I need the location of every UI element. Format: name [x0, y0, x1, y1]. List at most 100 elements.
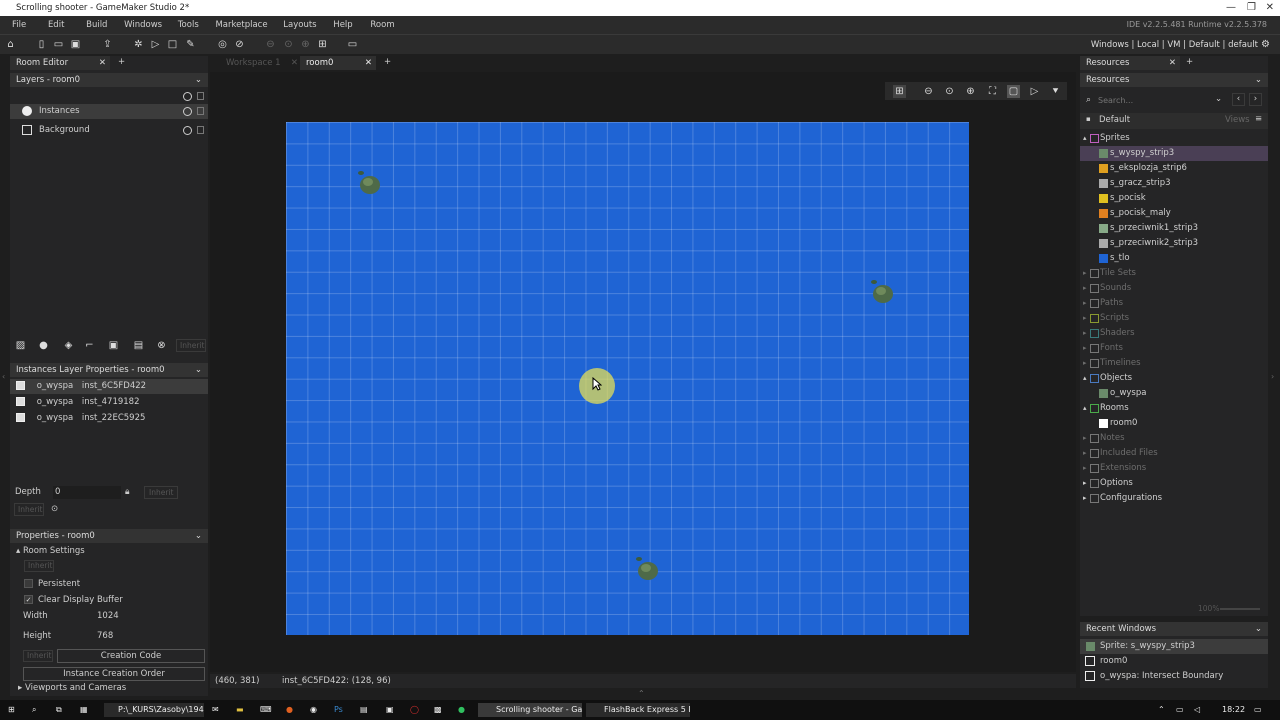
lock-icon[interactable] — [197, 107, 204, 115]
collapse-icon[interactable]: ▸ — [1083, 446, 1087, 461]
resource-item[interactable]: room0 — [1080, 416, 1268, 431]
add-tab-icon[interactable]: + — [118, 57, 125, 67]
clear-display-checkbox[interactable]: ✓ — [24, 595, 33, 604]
menu-build[interactable]: Build — [86, 20, 107, 30]
collapse-icon[interactable]: ▸ — [1083, 356, 1087, 371]
resources-header[interactable]: Resources ⌄ — [1080, 73, 1268, 87]
chevron-down-icon[interactable]: ⌄ — [195, 529, 202, 543]
menu-file[interactable]: File — [12, 20, 26, 30]
chevron-down-icon[interactable]: ⌄ — [1215, 94, 1222, 104]
add-tile-layer-icon[interactable]: ◈ — [62, 339, 75, 352]
delete-layer-icon[interactable]: ⊗ — [155, 339, 168, 352]
collapse-icon[interactable]: ▸ — [1083, 431, 1087, 446]
resource-item[interactable]: ▸ Paths — [1080, 296, 1268, 311]
resource-item[interactable]: s_wyspy_strip3 — [1080, 146, 1268, 161]
instance-checkbox[interactable] — [16, 397, 25, 406]
search-icon[interactable]: ⌕ — [32, 703, 36, 717]
collapse-icon[interactable]: ▸ — [1083, 266, 1087, 281]
zoom-in-icon[interactable]: ⊕ — [299, 38, 312, 51]
instance-row[interactable]: o_wyspa inst_22EC5925 — [10, 411, 208, 426]
settings-gear-icon[interactable]: ⚙ — [1259, 38, 1272, 51]
recent-windows-header[interactable]: Recent Windows ⌄ — [1080, 622, 1268, 636]
close-tab-icon[interactable]: ✕ — [365, 56, 372, 70]
expand-output-icon[interactable]: ⌃ — [638, 689, 645, 698]
instance-row[interactable]: o_wyspa inst_4719182 — [10, 395, 208, 410]
maximize-button[interactable]: ❐ — [1247, 0, 1256, 16]
resource-item[interactable]: ▸ Shaders — [1080, 326, 1268, 341]
resource-item[interactable]: ▸ Notes — [1080, 431, 1268, 446]
instance-row[interactable]: o_wyspa inst_6C5FD422 — [10, 379, 208, 394]
task-view-icon[interactable]: ⧉ — [56, 703, 62, 717]
taskbar-app-flashback[interactable]: FlashBack Express 5 R... — [586, 703, 690, 717]
home-icon[interactable]: ⌂ — [4, 38, 17, 51]
calculator-icon[interactable]: ▦ — [80, 703, 88, 717]
stop-icon[interactable]: □ — [166, 38, 179, 51]
instance-checkbox[interactable] — [16, 413, 25, 422]
taskbar-app-explorer[interactable]: P:\_KURS\Zasoby\1945 — [104, 703, 204, 717]
document-icon[interactable]: ▤ — [360, 703, 368, 717]
menu-layouts[interactable]: Layouts — [283, 20, 316, 30]
play-icon[interactable]: ▷ — [1028, 85, 1041, 98]
add-asset-layer-icon[interactable]: ▣ — [107, 339, 120, 352]
room-background[interactable] — [286, 122, 969, 635]
menu-edit[interactable]: Edit — [48, 20, 64, 30]
resource-item[interactable]: ▸ Extensions — [1080, 461, 1268, 476]
resource-item[interactable]: ▸ Tile Sets — [1080, 266, 1268, 281]
instance-creation-order-button[interactable]: Instance Creation Order — [23, 667, 205, 681]
persistent-checkbox[interactable] — [24, 579, 33, 588]
add-tab-icon[interactable]: + — [384, 57, 391, 67]
toggle-view-icon[interactable]: ▢ — [1007, 85, 1020, 98]
resource-item[interactable]: ▸ Options — [1080, 476, 1268, 491]
resource-item[interactable]: ▸ Timelines — [1080, 356, 1268, 371]
run-icon[interactable]: ▷ — [149, 38, 162, 51]
inherit-layer-button[interactable]: Inherit — [176, 339, 206, 352]
properties-header[interactable]: Properties - room0 ⌄ — [10, 529, 208, 543]
back-icon[interactable]: ‹ — [1232, 93, 1245, 106]
resource-item[interactable]: s_pocisk_maly — [1080, 206, 1268, 221]
menu-icon[interactable]: ≡ — [1255, 114, 1262, 124]
reset-icon[interactable]: ⊙ — [51, 502, 58, 517]
collapse-icon[interactable]: ▸ — [1083, 491, 1087, 506]
persistent-row[interactable]: Persistent — [10, 577, 208, 592]
resource-item[interactable]: ▸ Sounds — [1080, 281, 1268, 296]
expand-icon[interactable]: ▴ — [1083, 131, 1087, 146]
folder-icon[interactable]: ▬ — [236, 703, 244, 717]
layer-background[interactable]: Background — [10, 123, 208, 138]
add-instance-layer-icon[interactable]: ● — [37, 339, 50, 352]
workspace-icon[interactable]: ⊞ — [316, 38, 329, 51]
depth-field[interactable]: 0 — [53, 486, 121, 499]
collapse-right-icon[interactable]: › — [1271, 372, 1274, 381]
minimize-button[interactable]: — — [1226, 0, 1236, 16]
island-instance[interactable] — [356, 168, 382, 196]
target-config[interactable]: Windows | Local | VM | Default | default — [1091, 35, 1258, 55]
resource-item[interactable]: s_tlo — [1080, 251, 1268, 266]
chevron-down-icon[interactable]: ⌄ — [1255, 73, 1262, 87]
room-editor-tab[interactable]: Room Editor ✕ — [10, 56, 110, 70]
clean-icon[interactable]: ✎ — [184, 38, 197, 51]
close-tab-icon[interactable]: ✕ — [99, 56, 106, 70]
notifications-icon[interactable]: ▭ — [1254, 703, 1262, 717]
collapse-icon[interactable]: ▸ — [1083, 281, 1087, 296]
spotify-icon[interactable]: ● — [458, 703, 465, 717]
lock-icon[interactable] — [197, 92, 204, 100]
collapse-left-icon[interactable]: ‹ — [2, 372, 5, 381]
island-instance[interactable] — [634, 554, 660, 582]
new-project-icon[interactable]: ▯ — [35, 38, 48, 51]
keyboard-icon[interactable]: ⌨ — [260, 703, 272, 717]
help-icon[interactable]: ⊘ — [233, 38, 246, 51]
zoom-slider[interactable] — [1220, 608, 1260, 610]
collapse-icon[interactable]: ▸ — [1083, 461, 1087, 476]
tab-room0[interactable]: room0 ✕ — [300, 56, 376, 70]
open-project-icon[interactable]: ▭ — [52, 38, 65, 51]
resource-item[interactable]: ▴ Rooms — [1080, 401, 1268, 416]
creation-code-button[interactable]: Creation Code — [57, 649, 205, 663]
collapse-icon[interactable]: ▸ — [1083, 476, 1087, 491]
instance-checkbox[interactable] — [16, 381, 25, 390]
resource-item[interactable]: ▴ Sprites — [1080, 131, 1268, 146]
expand-icon[interactable]: ▴ — [1083, 401, 1087, 416]
layer-instances[interactable]: Instances — [10, 104, 208, 119]
menu-help[interactable]: Help — [333, 20, 352, 30]
menu-room[interactable]: Room — [370, 20, 394, 30]
collapse-icon[interactable]: ▸ — [1083, 326, 1087, 341]
chevron-down-icon[interactable]: ⌄ — [195, 363, 202, 377]
